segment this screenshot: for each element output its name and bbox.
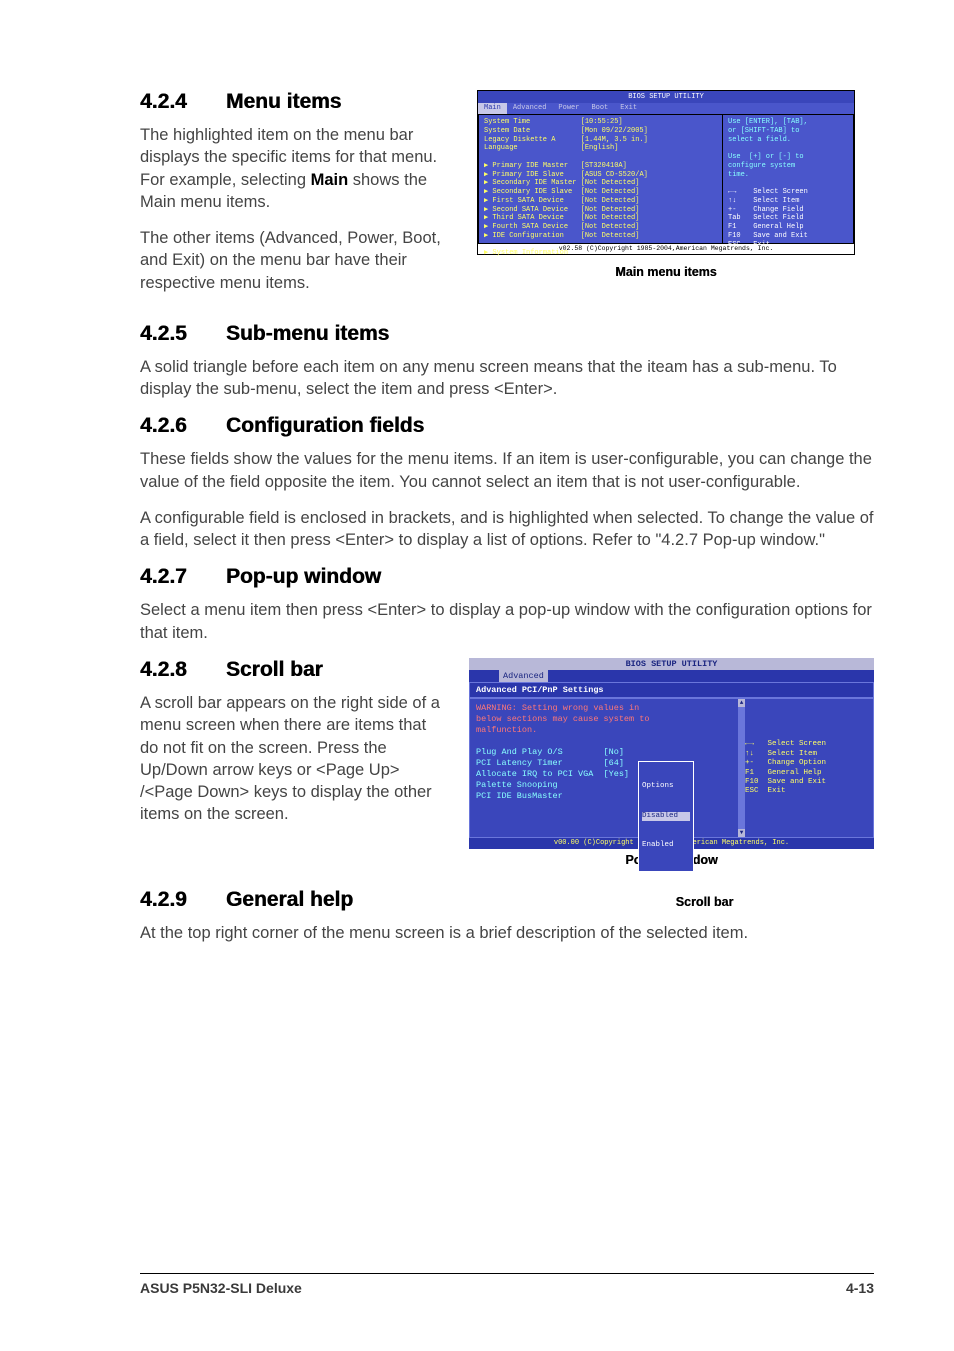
bios-help-keys: ←→ Select Screen ↑↓ Select Item +- Chang… [728,188,808,249]
bios2-warning: WARNING: Setting wrong values in below s… [476,703,649,735]
popup-option-disabled[interactable]: Disabled [642,812,690,822]
heading-num: 4.2.9 [140,888,220,912]
para-424b: The other items (Advanced, Power, Boot, … [140,227,455,294]
heading-424: 4.2.4 Menu items [140,90,455,114]
footer-right: 4-13 [846,1280,874,1296]
para-426b: A configurable field is enclosed in brac… [140,507,874,552]
bios2-items: Plug And Play O/S [No] PCI Latency Timer… [476,747,629,801]
heading-429: 4.2.9 General help [140,888,455,912]
heading-num: 4.2.5 [140,322,220,346]
para-429: At the top right corner of the menu scre… [140,922,874,944]
bios-menubar: Main Advanced Power Boot Exit [478,103,854,114]
para-428b: Up/Down arrow keys or <Page Up> /<Page D… [140,759,449,826]
para-428a: A scroll bar appears on the right side o… [140,692,449,759]
caption-scrollbar: Scroll bar [475,895,874,909]
bios-tab-advanced[interactable]: Advanced [507,103,553,114]
heading-427: 4.2.7 Pop-up window [140,565,874,589]
bios-main-items: System Time [10:55:25] System Date [Mon … [478,114,723,244]
bios2-help-text: ←→ Select Screen ↑↓ Select Item +- Chang… [745,740,826,795]
bios-screenshot-main: BIOS SETUP UTILITY Main Advanced Power B… [477,90,855,255]
para-427: Select a menu item then press <Enter> to… [140,599,874,644]
para-bold: Main [311,171,349,189]
bios-tab-main[interactable]: Main [478,103,507,114]
heading-title: General help [226,888,353,911]
heading-title: Pop-up window [226,565,381,588]
bios-tab-boot[interactable]: Boot [585,103,614,114]
para-426a: These fields show the values for the men… [140,448,874,493]
heading-num: 4.2.4 [140,90,220,114]
heading-425: 4.2.5 Sub-menu items [140,322,874,346]
popup-title: Options [642,782,690,792]
bios-screenshot-popup: BIOS SETUP UTILITY Advanced Advanced PCI… [469,658,874,843]
heading-num: 4.2.7 [140,565,220,589]
page-footer: ASUS P5N32-SLI Deluxe 4-13 [140,1273,874,1296]
heading-426: 4.2.6 Configuration fields [140,414,874,438]
bios2-main-pane: WARNING: Setting wrong values in below s… [469,698,739,838]
bios2-section-title: Advanced PCI/PnP Settings [469,682,874,698]
heading-num: 4.2.8 [140,658,220,682]
heading-title: Sub-menu items [226,322,389,345]
bios-tab-power[interactable]: Power [552,103,585,114]
bios2-title: BIOS SETUP UTILITY [469,658,874,670]
heading-428: 4.2.8 Scroll bar [140,658,449,682]
bios-tab-exit[interactable]: Exit [614,103,643,114]
heading-num: 4.2.6 [140,414,220,438]
heading-title: Menu items [226,90,342,113]
heading-title: Configuration fields [226,414,424,437]
bios-title: BIOS SETUP UTILITY [478,91,854,103]
bios-help-text: Use [ENTER], [TAB], or [SHIFT-TAB] to se… [728,118,808,179]
scrollbar-down-icon[interactable]: ▼ [738,829,745,837]
bios-help-pane: Use [ENTER], [TAB], or [SHIFT-TAB] to se… [723,114,854,244]
popup-option-enabled[interactable]: Enabled [642,841,690,851]
para-425: A solid triangle before each item on any… [140,356,874,401]
para-424a: The highlighted item on the menu bar dis… [140,124,455,213]
caption-main-items: Main menu items [477,265,855,279]
footer-left: ASUS P5N32-SLI Deluxe [140,1280,302,1296]
bios2-scrollbar[interactable]: ▲ ▼ [738,699,745,837]
scrollbar-up-icon[interactable]: ▲ [738,699,745,707]
bios2-popup[interactable]: Options Disabled Enabled [638,761,694,872]
bios2-tab-advanced[interactable]: Advanced [499,670,548,682]
heading-title: Scroll bar [226,658,323,681]
bios2-menubar: Advanced [469,670,874,682]
